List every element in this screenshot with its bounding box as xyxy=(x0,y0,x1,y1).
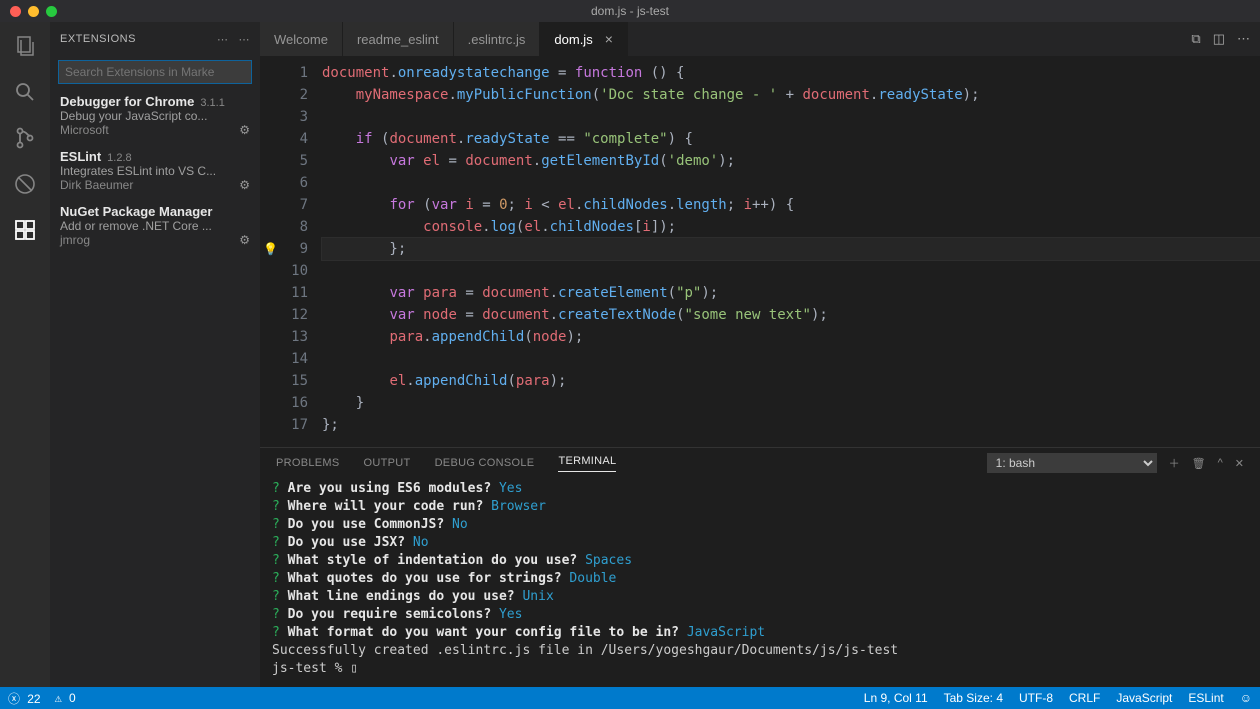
code-line[interactable]: for (var i = 0; i < el.childNodes.length… xyxy=(322,194,1260,216)
sidebar-heading: EXTENSIONS xyxy=(60,33,136,45)
panel-tab-problems[interactable]: PROBLEMS xyxy=(276,457,340,469)
code-line[interactable]: }; xyxy=(322,238,1260,260)
editor-tabs: Welcomereadme_eslint.eslintrc.jsdom.js× … xyxy=(260,22,1260,56)
code-line[interactable]: var node = document.createTextNode("some… xyxy=(322,304,1260,326)
tab-label: dom.js xyxy=(554,32,592,47)
panel-tab-debug-console[interactable]: DEBUG CONSOLE xyxy=(435,457,535,469)
panel-close-icon[interactable]: ✕ xyxy=(1235,457,1244,470)
code-line[interactable]: if (document.readyState == "complete") { xyxy=(322,128,1260,150)
extensions-sidebar: EXTENSIONS ⋯ ⋯ Debugger for Chrome 3.1.1 … xyxy=(50,22,260,687)
status-language[interactable]: JavaScript xyxy=(1116,691,1172,705)
code-line[interactable] xyxy=(322,348,1260,370)
extension-desc: Add or remove .NET Core ... xyxy=(60,219,250,233)
extension-item[interactable]: ESLint 1.2.8 Integrates ESLint into VS C.… xyxy=(50,143,260,198)
extension-version: 3.1.1 xyxy=(200,97,224,109)
extension-publisher: Dirk Baeumer xyxy=(60,178,133,192)
extension-name: Debugger for Chrome xyxy=(60,94,194,109)
code-line[interactable]: para.appendChild(node); xyxy=(322,326,1260,348)
extensions-icon[interactable] xyxy=(11,216,39,244)
debug-icon[interactable] xyxy=(11,170,39,198)
lightbulb-icon[interactable]: 💡 xyxy=(263,238,278,260)
filter-icon[interactable]: ⋯ xyxy=(217,33,229,46)
window-title: dom.js - js-test xyxy=(591,4,669,18)
new-terminal-icon[interactable]: ＋ xyxy=(1169,455,1180,471)
editor-tab[interactable]: Welcome xyxy=(260,22,343,56)
maximize-window-icon[interactable] xyxy=(46,6,57,17)
code-line[interactable]: el.appendChild(para); xyxy=(322,370,1260,392)
extension-publisher: Microsoft xyxy=(60,123,109,137)
tab-label: readme_eslint xyxy=(357,32,439,47)
editor-tab[interactable]: dom.js × xyxy=(540,22,627,56)
activity-bar xyxy=(0,22,50,687)
code-line[interactable] xyxy=(322,260,1260,282)
code-line[interactable]: } xyxy=(322,392,1260,414)
status-cursor[interactable]: Ln 9, Col 11 xyxy=(864,691,928,705)
editor-tab[interactable]: readme_eslint xyxy=(343,22,454,56)
gear-icon[interactable]: ⚙ xyxy=(239,123,250,137)
line-numbers: 1234567891011121314151617 xyxy=(280,56,322,447)
tab-label: .eslintrc.js xyxy=(468,32,526,47)
panel-tab-terminal[interactable]: TERMINAL xyxy=(558,455,616,472)
panel-maximize-icon[interactable]: ^ xyxy=(1218,457,1223,469)
code-line[interactable]: var el = document.getElementById('demo')… xyxy=(322,150,1260,172)
code-line[interactable] xyxy=(322,172,1260,194)
split-editor-icon[interactable]: ◫ xyxy=(1213,31,1225,47)
status-warnings[interactable]: ⚠ 0 xyxy=(55,691,76,705)
extension-publisher: jmrog xyxy=(60,233,90,247)
status-tabsize[interactable]: Tab Size: 4 xyxy=(944,691,1003,705)
terminal-dropdown[interactable]: 1: bash xyxy=(987,453,1157,473)
extension-desc: Debug your JavaScript co... xyxy=(60,109,250,123)
code-line[interactable]: document.onreadystatechange = function (… xyxy=(322,62,1260,84)
compare-icon[interactable]: ⧉ xyxy=(1191,31,1200,47)
status-bar: ⓧ 22 ⚠ 0 Ln 9, Col 11 Tab Size: 4 UTF-8 … xyxy=(0,687,1260,709)
traffic-lights xyxy=(0,6,57,17)
status-errors[interactable]: ⓧ 22 xyxy=(8,690,41,707)
tab-close-icon[interactable]: × xyxy=(599,31,613,47)
panel-tab-output[interactable]: OUTPUT xyxy=(364,457,411,469)
extension-name: NuGet Package Manager xyxy=(60,204,212,219)
code-line[interactable]: var para = document.createElement("p"); xyxy=(322,282,1260,304)
extension-item[interactable]: NuGet Package Manager Add or remove .NET… xyxy=(50,198,260,253)
more-icon[interactable]: ⋯ xyxy=(239,33,251,46)
editor-tab[interactable]: .eslintrc.js xyxy=(454,22,541,56)
code-editor[interactable]: 💡 1234567891011121314151617 document.onr… xyxy=(260,56,1260,447)
status-encoding[interactable]: UTF-8 xyxy=(1019,691,1053,705)
more-actions-icon[interactable]: ⋯ xyxy=(1237,31,1250,47)
explorer-icon[interactable] xyxy=(11,32,39,60)
close-window-icon[interactable] xyxy=(10,6,21,17)
extension-name: ESLint xyxy=(60,149,101,164)
extension-item[interactable]: Debugger for Chrome 3.1.1 Debug your Java… xyxy=(50,88,260,143)
code-line[interactable]: }; xyxy=(322,414,1260,436)
kill-terminal-icon[interactable]: 🗑 xyxy=(1192,457,1206,470)
terminal-output[interactable]: ? Are you using ES6 modules? Yes? Where … xyxy=(260,478,1260,687)
extension-desc: Integrates ESLint into VS C... xyxy=(60,164,250,178)
tab-label: Welcome xyxy=(274,32,328,47)
minimize-window-icon[interactable] xyxy=(28,6,39,17)
search-icon[interactable] xyxy=(11,78,39,106)
titlebar: dom.js - js-test xyxy=(0,0,1260,22)
bottom-panel: PROBLEMS OUTPUT DEBUG CONSOLE TERMINAL 1… xyxy=(260,447,1260,687)
source-control-icon[interactable] xyxy=(11,124,39,152)
feedback-icon[interactable]: ☺ xyxy=(1240,691,1252,705)
gear-icon[interactable]: ⚙ xyxy=(239,233,250,247)
extension-version: 1.2.8 xyxy=(107,152,131,164)
gear-icon[interactable]: ⚙ xyxy=(239,178,250,192)
status-eslint[interactable]: ESLint xyxy=(1188,691,1223,705)
code-line[interactable] xyxy=(322,106,1260,128)
status-eol[interactable]: CRLF xyxy=(1069,691,1100,705)
code-line[interactable]: console.log(el.childNodes[i]); xyxy=(322,216,1260,238)
search-extensions-input[interactable] xyxy=(58,60,252,84)
code-line[interactable]: myNamespace.myPublicFunction('Doc state … xyxy=(322,84,1260,106)
